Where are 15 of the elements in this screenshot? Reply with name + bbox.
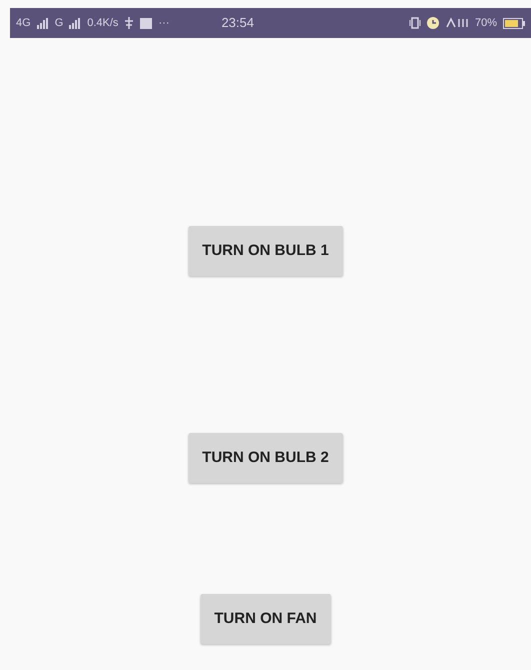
network-label: G [54,16,64,31]
data-speed: 0.4K/s [87,16,118,31]
action-button[interactable]: TURN ON FAN [200,594,331,644]
clock: 23:54 [221,14,254,32]
action-button[interactable]: TURN ON BULB 2 [188,433,343,483]
network-label: 4G [16,16,31,31]
image-icon [140,18,152,28]
more-indicator: ··· [158,16,170,31]
battery-percent: 70% [474,16,497,31]
vibrate-icon [408,17,421,29]
action-button[interactable]: TURN ON BULB 1 [188,226,343,276]
signal-icon [36,18,49,28]
alarm-icon [426,17,439,29]
signal-icon [69,18,82,28]
battery-icon [503,18,525,28]
